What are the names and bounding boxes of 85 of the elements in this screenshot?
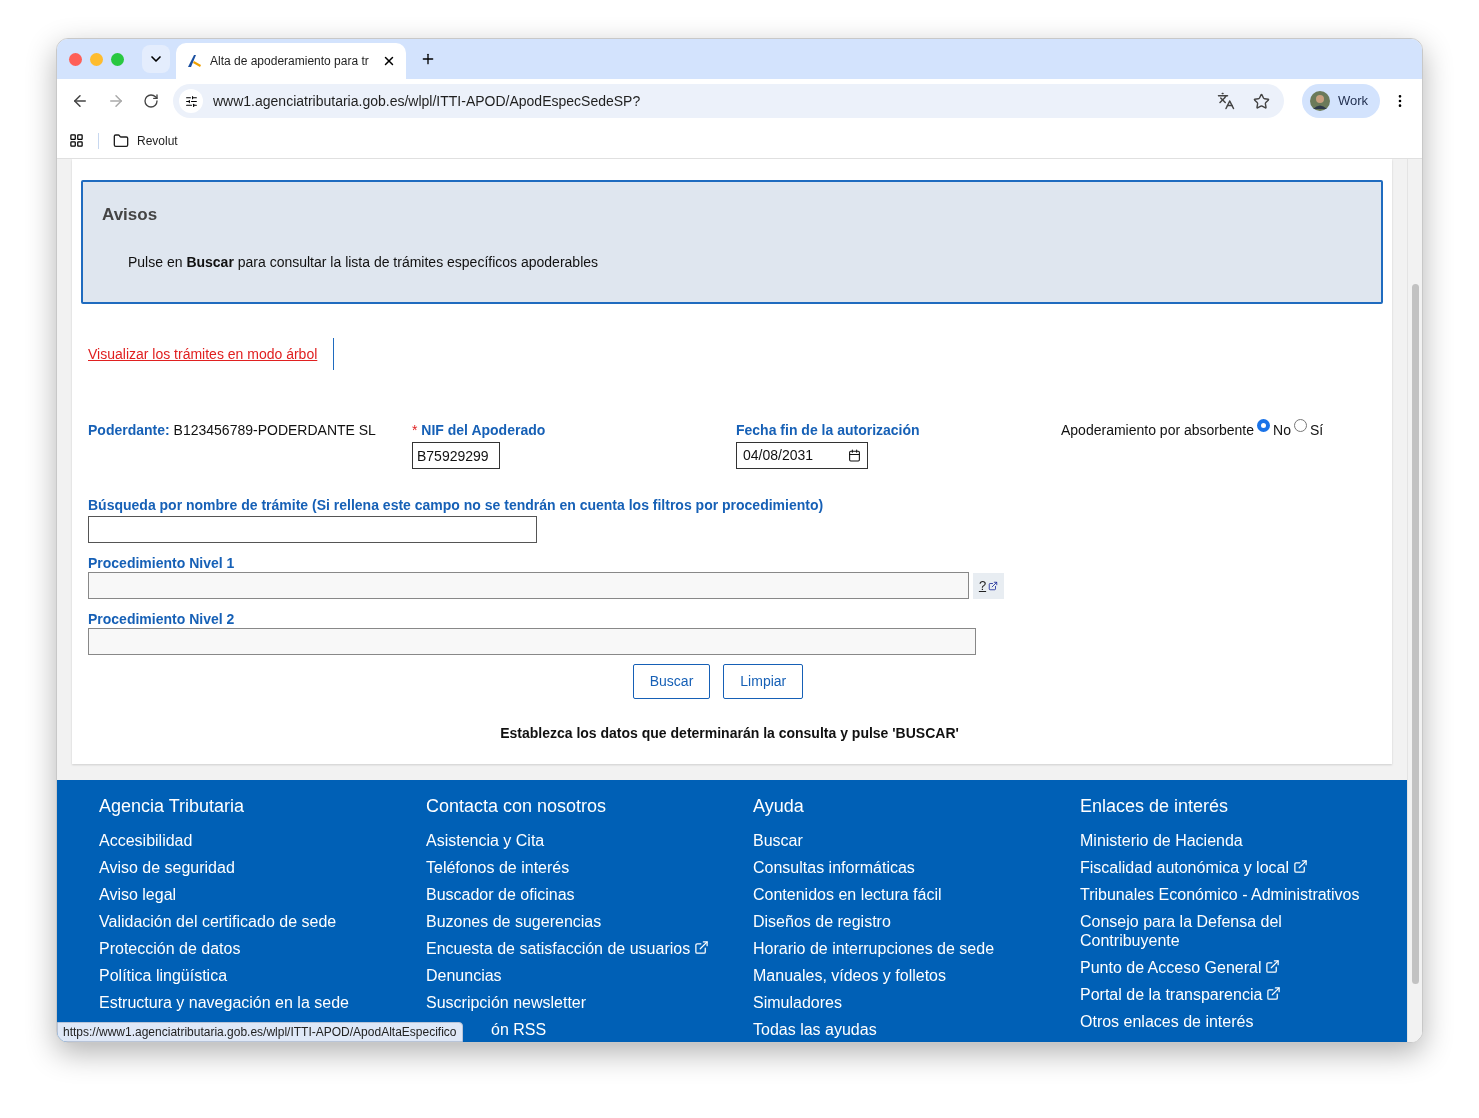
footer-link[interactable]: Accesibilidad xyxy=(99,831,193,850)
footer-link[interactable]: Consejo para la Defensa del Contribuyente xyxy=(1080,912,1372,950)
footer-link[interactable]: Denuncias xyxy=(426,966,502,985)
notice-title: Avisos xyxy=(102,204,159,226)
footer-link[interactable]: Diseños de registro xyxy=(753,912,891,931)
level-1-label: Procedimiento Nivel 1 xyxy=(88,555,236,572)
required-mark: * xyxy=(412,422,418,438)
site-settings-icon[interactable] xyxy=(179,89,203,113)
footer-link[interactable]: Otros enlaces de interés xyxy=(1080,1012,1254,1031)
bookmark-item[interactable]: Revolut xyxy=(113,131,178,150)
footer-link[interactable]: Asistencia y Cita xyxy=(426,831,545,850)
footer-link[interactable]: Ministerio de Hacienda xyxy=(1080,831,1243,850)
logo-icon xyxy=(186,53,202,69)
footer-link[interactable]: Validación del certificado de sede xyxy=(99,912,337,931)
footer-link[interactable]: Buscar xyxy=(753,831,803,850)
footer-link[interactable]: Tribunales Económico - Administrativos xyxy=(1080,885,1360,904)
radio-button[interactable] xyxy=(1257,419,1271,432)
footer-link[interactable]: Portal de la transparencia xyxy=(1080,985,1263,1004)
external-link-icon xyxy=(1266,986,1282,1001)
footer-link[interactable]: Encuesta de satisfacción de usuarios xyxy=(426,939,691,958)
footer-link[interactable]: Política lingüística xyxy=(99,966,228,985)
apps-icon[interactable] xyxy=(69,133,84,148)
date-field[interactable]: 04/08/2031 xyxy=(736,442,868,469)
footer-link[interactable]: Suscripción newsletter xyxy=(426,993,587,1012)
date-label: Fecha fin de la autorización xyxy=(736,421,921,440)
clear-button[interactable]: Limpiar xyxy=(723,664,804,699)
tab-title: Alta de apoderamiento para tr xyxy=(210,53,370,70)
search-label: Búsqueda por nombre de trámite (Si rellena este campo no se tendrán en cuenta los filtros por procedimiento) xyxy=(88,497,825,514)
poderdante-label: Poderdante: xyxy=(88,422,170,438)
new-tab-icon[interactable] xyxy=(420,51,436,67)
translate-icon[interactable] xyxy=(1216,92,1235,110)
footer-link[interactable]: Aviso de seguridad xyxy=(99,858,235,877)
footer-link[interactable]: Teléfonos de interés xyxy=(426,858,570,877)
footer-link[interactable]: Protección de datos xyxy=(99,939,241,958)
footer-link[interactable]: Aviso legal xyxy=(99,885,177,904)
absorbente-label: Apoderamiento por absorbente xyxy=(1061,421,1255,440)
footer-link[interactable]: Buzones de sugerencias xyxy=(426,912,602,931)
footer-heading: Contacta con nosotros xyxy=(426,795,608,817)
footer-heading: Ayuda xyxy=(753,795,805,817)
footer-link[interactable]: Contenidos en lectura fácil xyxy=(753,885,942,904)
search-field[interactable] xyxy=(88,516,537,543)
footer-link[interactable]: Buscador de oficinas xyxy=(426,885,575,904)
footer-link[interactable]: Punto de Acceso General xyxy=(1080,958,1262,977)
radio-label: Sí xyxy=(1309,421,1324,440)
footer-heading: Agencia Tributaria xyxy=(99,795,246,817)
level-2-select[interactable] xyxy=(88,628,976,655)
footer-heading: Enlaces de interés xyxy=(1080,795,1230,817)
help-button[interactable]: ? xyxy=(973,572,1004,599)
external-link-icon xyxy=(1293,859,1308,874)
tab-list-button[interactable] xyxy=(142,45,170,73)
close-tab-icon[interactable] xyxy=(382,54,396,68)
reload-icon[interactable] xyxy=(143,93,159,109)
footer-link[interactable]: Todas las ayudas xyxy=(753,1020,877,1039)
footer-link[interactable]: Fiscalidad autonómica y local xyxy=(1080,858,1289,877)
tree-view-link[interactable]: Visualizar los trámites en modo árbol xyxy=(88,343,318,365)
footer-link[interactable]: ón RSS xyxy=(491,1020,547,1039)
calendar-icon[interactable] xyxy=(848,449,861,462)
footer-link[interactable]: Horario de interrupciones de sede xyxy=(753,939,995,958)
footer-link[interactable]: Estructura y navegación en la sede xyxy=(99,993,349,1012)
profile-button[interactable]: Work xyxy=(1301,84,1380,118)
external-link-icon xyxy=(1265,959,1281,974)
nif-field[interactable]: B75929299 xyxy=(412,442,500,469)
status-bar-url: https://www1.agenciatributaria.gob.es/wlpl/ITTI-APOD/ApodAltaEspecifico xyxy=(57,1022,463,1042)
back-icon[interactable] xyxy=(71,92,89,110)
notice-text: Pulse en Buscar para consultar la lista de trámites específicos apoderables xyxy=(128,252,600,272)
external-link-icon xyxy=(988,580,999,591)
external-link-icon xyxy=(694,940,710,955)
instruction-text: Establezca los datos que determinarán la consulta y pulse 'BUSCAR' xyxy=(499,724,960,743)
poderdante-value: B123456789-PODERDANTE SL xyxy=(173,422,376,438)
level-2-label: Procedimiento Nivel 2 xyxy=(88,611,236,628)
address-bar[interactable]: www1.agenciatributaria.gob.es/wlpl/ITTI-APOD/ApodEspecSedeSP? xyxy=(173,84,1284,118)
profile-name: Work xyxy=(1337,92,1369,111)
level-1-select[interactable] xyxy=(88,572,969,599)
folder-icon xyxy=(113,132,129,149)
radio-label: No xyxy=(1273,421,1291,440)
bookmark-star-icon[interactable] xyxy=(1252,92,1270,110)
browser-tab[interactable]: Alta de apoderamiento para tr xyxy=(176,43,406,79)
footer-link[interactable]: Consultas informáticas xyxy=(753,858,915,877)
radio-button[interactable] xyxy=(1293,419,1307,432)
footer-link[interactable]: Simuladores xyxy=(753,993,842,1012)
avatar-icon xyxy=(1309,91,1330,111)
search-button[interactable]: Buscar xyxy=(632,664,711,699)
nif-label: NIF del Apoderado xyxy=(421,422,546,438)
url-text: www1.agenciatributaria.gob.es/wlpl/ITTI-APOD/ApodEspecSedeSP? xyxy=(213,91,642,111)
footer-link[interactable]: Manuales, vídeos y folletos xyxy=(753,966,946,985)
